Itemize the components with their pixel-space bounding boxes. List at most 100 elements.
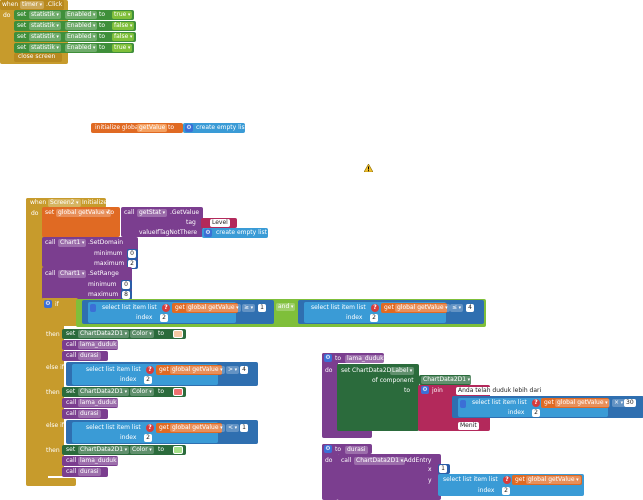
index-value[interactable]: 2 [370, 314, 378, 322]
and-operator-dropdown[interactable]: and [276, 303, 296, 311]
chartdata2d1-dropdown[interactable]: ChartData2D1 [78, 388, 130, 396]
get-label: get [175, 304, 185, 311]
select-list-item-label: select list item list [311, 304, 366, 311]
help-icon[interactable]: ? [532, 399, 540, 407]
global-getvalue-dropdown[interactable]: global getValue [526, 476, 581, 484]
durasi-field[interactable]: durasi [78, 352, 101, 360]
procedure-lama-duduk-block[interactable] [322, 353, 338, 437]
global-getvalue-dropdown[interactable]: global getValue [186, 304, 241, 312]
statistik-dropdown[interactable]: statistik [29, 33, 61, 41]
warning-icon[interactable] [364, 164, 373, 172]
maximum-value[interactable]: 8 [122, 291, 130, 299]
number-value[interactable]: 1 [258, 304, 266, 312]
index-value[interactable]: 2 [160, 314, 168, 322]
help-icon[interactable]: ? [146, 366, 154, 374]
chartdata2d1-dropdown[interactable]: ChartData2D1 [78, 446, 130, 454]
help-icon[interactable]: ? [146, 424, 154, 432]
index-value[interactable]: 2 [144, 434, 152, 442]
when-label: when [30, 199, 47, 206]
procedure-name-field[interactable]: durasi [345, 446, 368, 454]
number-value[interactable]: 30 [624, 399, 636, 407]
false-boolean-block[interactable]: false [112, 33, 135, 41]
true-boolean-block[interactable]: true [112, 44, 133, 52]
lama-duduk-field[interactable]: lama_duduk [78, 457, 119, 465]
gte-operator-dropdown[interactable]: ≥ [242, 304, 256, 312]
chartdata2d-label: ChartData2D [352, 367, 392, 374]
x-value[interactable]: 1 [439, 465, 447, 473]
global-getvalue-dropdown[interactable]: global getValue [555, 399, 610, 407]
to-label: to [335, 446, 342, 453]
chartdata2d1-dropdown[interactable]: ChartData2D1 [78, 330, 130, 338]
chartdata2d1-dropdown[interactable]: ChartData2D1 [354, 457, 406, 465]
get-label: get [159, 366, 169, 373]
lama-duduk-field[interactable]: lama_duduk [78, 341, 119, 349]
chart1-dropdown[interactable]: Chart1 [58, 270, 87, 278]
select-list-item-label: select list item list [472, 399, 527, 406]
lte-operator-dropdown[interactable]: ≤ [450, 304, 464, 312]
level-text-field[interactable]: Level [210, 219, 230, 227]
index-value[interactable]: 2 [532, 409, 540, 417]
call-label: call [66, 457, 77, 464]
timer-component-dropdown[interactable]: timer [20, 1, 45, 9]
color-swatch[interactable] [173, 446, 183, 454]
color-dropdown[interactable]: Color [130, 330, 154, 338]
screen2-dropdown[interactable]: Screen2 [48, 199, 81, 207]
click-event-label: .Click [46, 1, 63, 8]
gear-icon[interactable]: ⚙ [44, 300, 52, 308]
procedure-name-field[interactable]: lama_duduk [345, 355, 386, 363]
gear-icon[interactable]: ⚙ [421, 386, 429, 394]
help-icon[interactable]: ? [503, 476, 511, 484]
number-value[interactable]: 1 [240, 424, 248, 432]
index-value[interactable]: 2 [144, 376, 152, 384]
color-dropdown[interactable]: Color [130, 388, 154, 396]
select-list-item-label: select list item list [443, 476, 498, 483]
enabled-dropdown[interactable]: Enabled [65, 44, 98, 52]
global-name-field[interactable]: getValue [137, 124, 168, 132]
chartdata2d1-dropdown[interactable]: ChartData2D1 [421, 376, 473, 384]
chart1-dropdown[interactable]: Chart1 [58, 239, 87, 247]
global-getvalue-dropdown[interactable]: global getValue [170, 366, 225, 374]
getstat-dropdown[interactable]: getStat [137, 209, 168, 217]
enabled-dropdown[interactable]: Enabled [65, 22, 98, 30]
minimum-value[interactable]: 0 [122, 281, 130, 289]
global-getvalue-dropdown[interactable]: global getValue [56, 209, 111, 217]
false-boolean-block[interactable]: false [112, 22, 135, 30]
do-label: do [3, 12, 11, 19]
gear-icon[interactable]: ⚙ [324, 354, 332, 362]
statistik-dropdown[interactable]: statistik [29, 22, 61, 30]
color-dropdown[interactable]: Color [130, 446, 154, 454]
durasi-field[interactable]: durasi [78, 410, 101, 418]
text-string-field[interactable]: Menit [458, 422, 479, 430]
enabled-dropdown[interactable]: Enabled [65, 11, 98, 19]
gear-icon[interactable]: ⚙ [204, 229, 212, 237]
minimum-value[interactable]: 0 [128, 250, 136, 258]
call-label: call [45, 239, 56, 246]
lama-duduk-field[interactable]: lama_duduk [78, 399, 119, 407]
number-value[interactable]: 4 [240, 366, 248, 374]
enabled-dropdown[interactable]: Enabled [65, 33, 98, 41]
text-string-field[interactable]: Anda telah duduk lebih dari [456, 387, 544, 395]
label-property-dropdown[interactable]: Label [390, 367, 415, 375]
color-swatch[interactable] [173, 330, 183, 338]
gt-operator-dropdown[interactable]: > [226, 366, 240, 374]
durasi-field[interactable]: durasi [78, 468, 101, 476]
index-value[interactable]: 2 [502, 487, 510, 495]
create-empty-list-label: create empty list [216, 229, 267, 236]
true-boolean-block[interactable]: true [112, 11, 133, 19]
gear-icon[interactable]: ⚙ [185, 124, 193, 132]
lt-operator-dropdown[interactable]: < [226, 424, 240, 432]
color-swatch[interactable] [173, 388, 183, 396]
statistik-dropdown[interactable]: statistik [29, 11, 61, 19]
statistik-dropdown[interactable]: statistik [29, 44, 61, 52]
addentry-method-label: .AddEntry [402, 457, 432, 464]
x-label: x [428, 466, 432, 473]
global-getvalue-dropdown[interactable]: global getValue [395, 304, 450, 312]
gear-icon[interactable]: ⚙ [324, 445, 332, 453]
get-label: get [384, 304, 394, 311]
help-icon[interactable]: ? [371, 304, 379, 312]
then-label: then [46, 389, 60, 396]
get-label: get [159, 424, 169, 431]
help-icon[interactable]: ? [162, 304, 170, 312]
number-value[interactable]: 4 [466, 304, 474, 312]
global-getvalue-dropdown[interactable]: global getValue [170, 424, 225, 432]
